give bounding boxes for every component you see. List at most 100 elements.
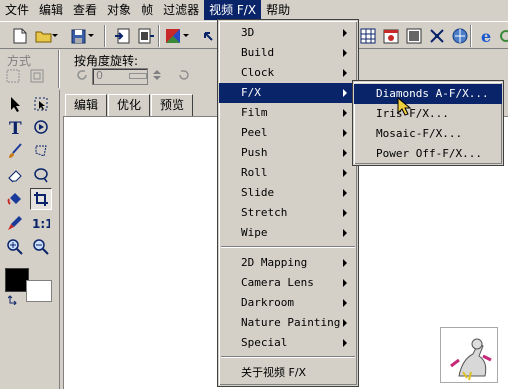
rotate-angle-input[interactable]: 0 xyxy=(92,68,148,85)
marquee-icon[interactable] xyxy=(30,93,52,115)
text-icon[interactable]: T xyxy=(4,116,26,138)
eyedropper-icon[interactable] xyxy=(4,212,26,234)
web-icon[interactable] xyxy=(450,26,470,46)
menu-item-build[interactable]: Build xyxy=(219,43,357,63)
rotate-ccw-icon[interactable] xyxy=(74,67,90,83)
new-file-icon[interactable] xyxy=(10,26,30,46)
submenu-arrow-icon xyxy=(343,209,347,217)
arrow-select-icon[interactable] xyxy=(4,93,26,115)
submenu-arrow-icon xyxy=(343,49,347,57)
menu-item-clock[interactable]: Clock xyxy=(219,63,357,83)
save-icon[interactable] xyxy=(68,26,88,46)
eraser-icon[interactable] xyxy=(4,164,26,186)
menu-object[interactable]: 对象 xyxy=(102,0,136,20)
menu-item-label: Camera Lens xyxy=(241,276,314,289)
mouse-cursor xyxy=(397,96,412,117)
actual-size-icon[interactable]: 1:1 xyxy=(30,212,52,234)
menu-edit[interactable]: 编辑 xyxy=(34,0,68,20)
submenu-item-diamonds[interactable]: Diamonds A-F/X... xyxy=(354,84,502,104)
menu-item-label: Special xyxy=(241,336,288,349)
tab-optimize[interactable]: 优化 xyxy=(108,94,151,116)
import-icon[interactable] xyxy=(112,26,132,46)
menu-item-fx[interactable]: F/X xyxy=(219,83,357,103)
grid-icon[interactable] xyxy=(358,26,378,46)
view-tabs: 编辑 优化 预览 xyxy=(65,94,194,116)
submenu-arrow-icon xyxy=(343,339,347,347)
menu-separator xyxy=(219,353,357,363)
menu-item-nature-painting[interactable]: Nature Painting xyxy=(219,313,357,333)
ellipse-icon[interactable] xyxy=(30,164,52,186)
submenu-item-iris[interactable]: Iris F/X... xyxy=(354,104,502,124)
fx-submenu: Diamonds A-F/X... Iris F/X... Mosaic-F/X… xyxy=(352,80,504,166)
menu-view[interactable]: 查看 xyxy=(68,0,102,20)
lasso-icon[interactable] xyxy=(30,140,52,162)
svg-text:1:1: 1:1 xyxy=(32,217,50,230)
color-icon[interactable] xyxy=(163,26,183,46)
menu-item-label: Film xyxy=(241,106,268,119)
internet-explorer-icon[interactable]: e xyxy=(477,26,497,46)
menu-item-label: Roll xyxy=(241,166,268,179)
menu-file[interactable]: 文件 xyxy=(0,0,34,20)
menu-item-film[interactable]: Film xyxy=(219,103,357,123)
menu-item-about[interactable]: 关于视频 F/X xyxy=(219,363,357,383)
undo-icon[interactable] xyxy=(200,26,216,46)
play-icon[interactable] xyxy=(30,116,52,138)
menu-item-special[interactable]: Special xyxy=(219,333,357,353)
menu-item-label: 2D Mapping xyxy=(241,256,308,269)
menu-item-label: Iris F/X... xyxy=(376,107,449,120)
swap-colors-icon[interactable] xyxy=(7,294,22,306)
tool-palette: T 1:1 xyxy=(0,90,60,389)
menu-frame[interactable]: 帧 xyxy=(136,0,158,20)
chevron-down-icon[interactable] xyxy=(86,26,96,46)
menu-item-wipe[interactable]: Wipe xyxy=(219,223,357,243)
zoom-in-icon[interactable] xyxy=(4,236,26,258)
submenu-arrow-icon xyxy=(343,259,347,267)
menu-item-roll[interactable]: Roll xyxy=(219,163,357,183)
video-fx-menu: 3D Build Clock F/X Film Peel Push Roll S… xyxy=(217,19,359,387)
refresh-icon[interactable] xyxy=(497,26,508,46)
menu-item-push[interactable]: Push xyxy=(219,143,357,163)
background-color-swatch[interactable] xyxy=(26,280,52,302)
submenu-arrow-icon xyxy=(343,69,347,77)
menu-item-3d[interactable]: 3D xyxy=(219,23,357,43)
menu-item-peel[interactable]: Peel xyxy=(219,123,357,143)
submenu-arrow-icon xyxy=(343,89,347,97)
menu-bar: 文件 编辑 查看 对象 帧 过滤器 视频 F/X 帮助 xyxy=(0,0,508,20)
transform-icon[interactable] xyxy=(427,26,447,46)
calendar-icon[interactable] xyxy=(381,26,401,46)
chevron-down-icon[interactable] xyxy=(181,26,191,46)
menu-item-label: 关于视频 F/X xyxy=(241,366,307,379)
menu-separator xyxy=(219,243,357,253)
distort-mode-icon[interactable] xyxy=(28,67,46,85)
zoom-out-icon[interactable] xyxy=(30,236,52,258)
menu-item-slide[interactable]: Slide xyxy=(219,183,357,203)
submenu-arrow-icon xyxy=(343,189,347,197)
submenu-arrow-icon xyxy=(343,129,347,137)
menu-item-darkroom[interactable]: Darkroom xyxy=(219,293,357,313)
submenu-item-mosaic[interactable]: Mosaic-F/X... xyxy=(354,124,502,144)
export-icon[interactable] xyxy=(136,26,156,46)
svg-text:e: e xyxy=(481,28,491,44)
fill-bucket-icon[interactable] xyxy=(4,188,26,210)
menu-item-camera-lens[interactable]: Camera Lens xyxy=(219,273,357,293)
spinner-arrows[interactable] xyxy=(150,67,164,83)
submenu-item-power-off[interactable]: Power Off-F/X... xyxy=(354,144,502,164)
menu-item-2d-mapping[interactable]: 2D Mapping xyxy=(219,253,357,273)
menu-item-label: Mosaic-F/X... xyxy=(376,127,463,140)
menu-item-stretch[interactable]: Stretch xyxy=(219,203,357,223)
menu-item-label: Wipe xyxy=(241,226,268,239)
menu-item-label: Peel xyxy=(241,126,268,139)
scale-mode-icon[interactable] xyxy=(4,67,22,85)
chevron-down-icon[interactable] xyxy=(50,26,60,46)
tab-edit[interactable]: 编辑 xyxy=(65,94,108,116)
menu-item-label: Build xyxy=(241,46,275,59)
tab-preview[interactable]: 预览 xyxy=(151,94,194,116)
menu-item-label: 3D xyxy=(241,26,255,39)
menu-filter[interactable]: 过滤器 xyxy=(158,0,204,20)
brush-icon[interactable] xyxy=(4,140,26,162)
menu-video-fx[interactable]: 视频 F/X xyxy=(204,0,262,20)
preview-icon[interactable] xyxy=(404,26,424,46)
rotate-cw-icon[interactable] xyxy=(176,67,192,83)
crop-icon[interactable] xyxy=(30,188,52,210)
menu-help[interactable]: 帮助 xyxy=(261,0,295,20)
